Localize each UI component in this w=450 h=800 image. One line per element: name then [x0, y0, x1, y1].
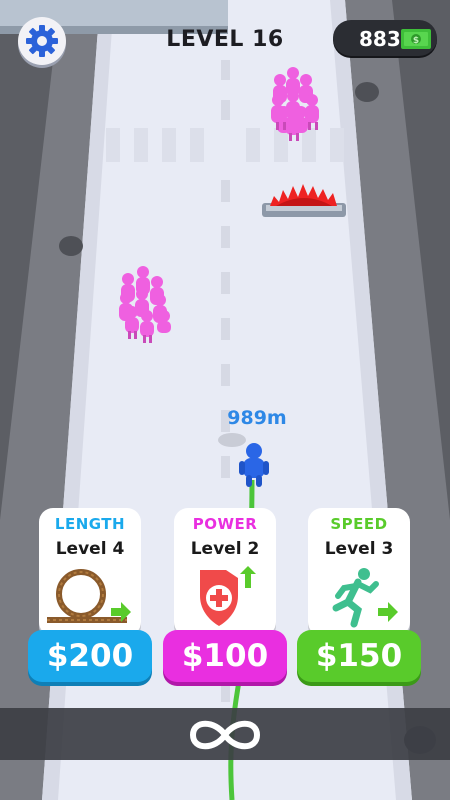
buy-speed-button[interactable]: $150 — [297, 630, 421, 682]
upgrade-title: LENGTH — [54, 515, 126, 533]
cash-counter: 883 $ — [333, 20, 437, 56]
svg-text:$: $ — [413, 36, 419, 46]
upgrade-level: Level 3 — [324, 539, 394, 559]
shield-cross-icon — [200, 566, 256, 626]
pothole — [355, 82, 379, 102]
upgrade-card-power[interactable]: POWER Level 2 — [174, 508, 276, 636]
buy-length-button[interactable]: $200 — [28, 630, 152, 682]
upgrade-card-speed[interactable]: SPEED Level 3 — [308, 508, 410, 636]
upgrade-card-length[interactable]: LENGTH Level 4 — [39, 508, 141, 636]
player-shadow — [218, 433, 246, 447]
upgrade-level: Level 2 — [190, 539, 260, 559]
upgrade-level: Level 4 — [55, 539, 125, 559]
upgrade-title: POWER — [192, 515, 258, 533]
upgrade-title: SPEED — [330, 515, 388, 533]
distance-label: 989m — [227, 407, 287, 429]
buy-power-button[interactable]: $100 — [163, 630, 287, 682]
rope-coil-icon — [47, 569, 131, 623]
infinity-icon — [189, 720, 261, 750]
cash-value: 883 — [359, 27, 401, 51]
money-bill-icon: $ — [401, 29, 431, 49]
running-man-icon — [332, 568, 398, 628]
pothole — [59, 236, 83, 256]
